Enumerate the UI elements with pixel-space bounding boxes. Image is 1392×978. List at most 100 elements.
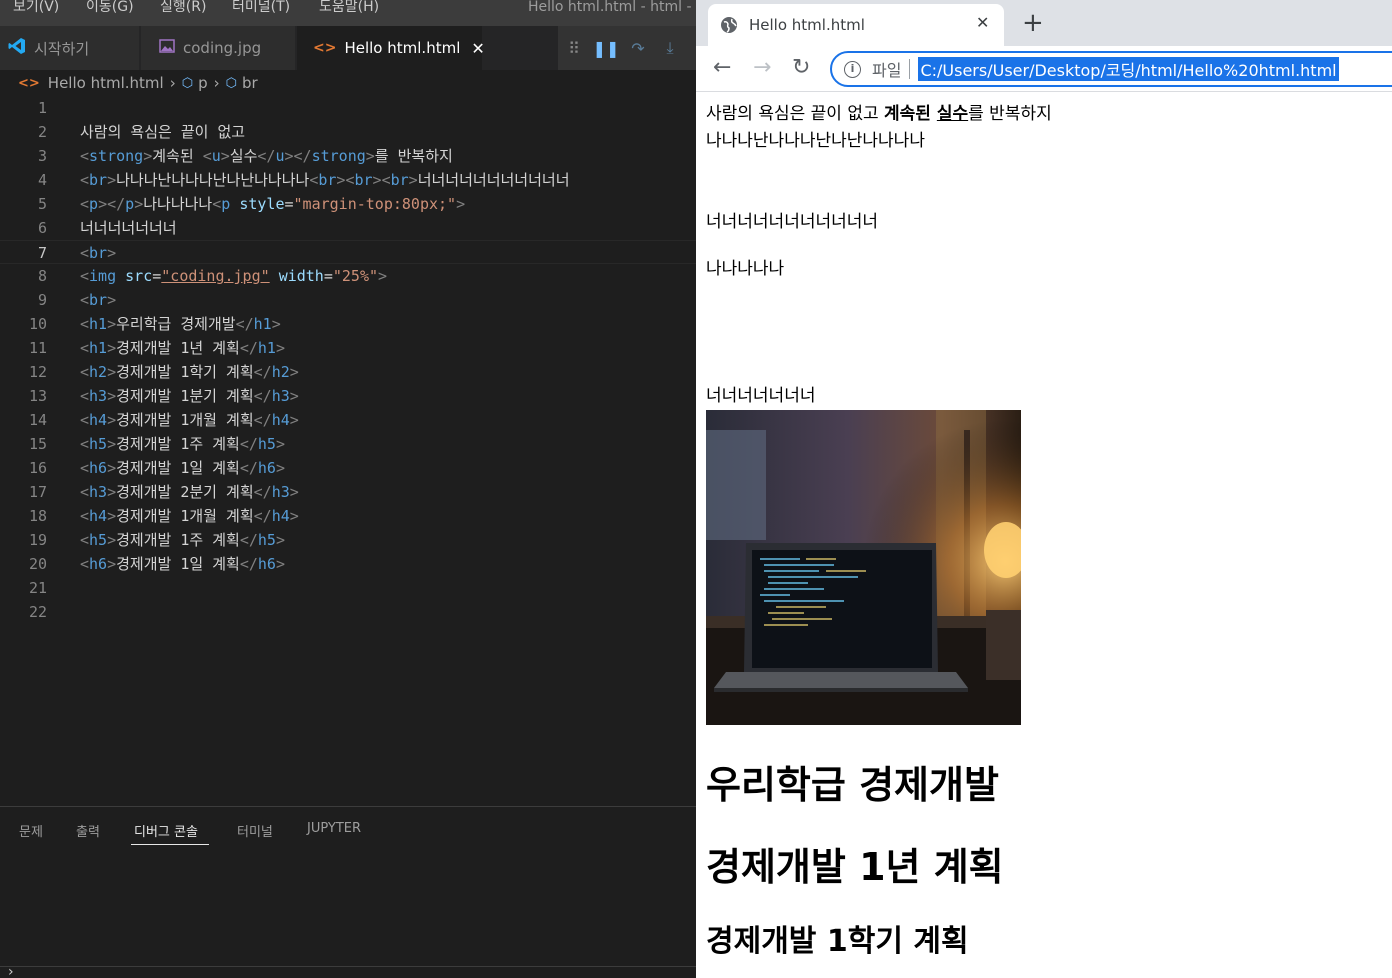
menu-go[interactable]: 이동(G)	[86, 0, 134, 15]
breadcrumb-br[interactable]: br	[242, 74, 258, 92]
code-line: 21	[0, 576, 696, 600]
code-line: 9 <br>	[0, 288, 696, 312]
tab-hello-html-label: Hello html.html	[344, 39, 461, 57]
code-text: <strong>계속된 <u>실수</u></strong>를 반복하지	[80, 147, 453, 165]
address-scheme-label: 파일	[872, 61, 902, 80]
page-line-3: 너너너너너너너너너너너	[706, 212, 879, 232]
panel-tab-debug-console[interactable]: 디버그 콘솔	[134, 821, 198, 840]
tab-coding-jpg[interactable]: coding.jpg	[141, 26, 296, 70]
menu-terminal[interactable]: 터미널(T)	[232, 0, 290, 15]
line-number: 15	[28, 435, 47, 453]
browser-tab-title: Hello html.html	[749, 16, 865, 34]
code-line-current: 7 <br>	[0, 240, 696, 264]
code-line: 8 <img src="coding.jpg" width="25%">	[0, 264, 696, 288]
menu-view[interactable]: 보기(V)	[13, 0, 59, 15]
line-number: 11	[28, 339, 47, 357]
menu-bar: 보기(V) 이동(G) 실행(R) 터미널(T) 도움말(H) Hello ht…	[0, 0, 696, 26]
line-number: 13	[28, 387, 47, 405]
code-line: 14 <h4>경제개발 1개월 계획</h4>	[0, 408, 696, 432]
code-text: <h2>경제개발 1학기 계획</h2>	[80, 363, 299, 381]
code-text: <img src="coding.jpg" width="25%">	[80, 267, 388, 285]
step-into-icon[interactable]: ⤓	[654, 38, 686, 58]
pause-icon[interactable]: ❚❚	[590, 39, 622, 58]
browser-window: Hello html.html ✕ + ← → ↻ i 파일 C:/Users/…	[696, 0, 1392, 978]
code-line: 3 <strong>계속된 <u>실수</u></strong>를 반복하지	[0, 144, 696, 168]
menu-help[interactable]: 도움말(H)	[319, 0, 379, 15]
code-text: 사람의 욕심은 끝이 없고	[80, 123, 246, 141]
heading-h1: 우리학급 경제개발	[706, 763, 999, 807]
code-editor[interactable]: 1 2 사람의 욕심은 끝이 없고 3 <strong>계속된 <u>실수</u><…	[0, 96, 696, 806]
line-number: 19	[28, 531, 47, 549]
code-line: 18 <h4>경제개발 1개월 계획</h4>	[0, 504, 696, 528]
code-line: 2 사람의 욕심은 끝이 없고	[0, 120, 696, 144]
line-number: 1	[37, 99, 47, 117]
browser-toolbar: ← → ↻ i 파일 C:/Users/User/Desktop/코딩/html…	[696, 46, 1392, 92]
line-number: 4	[37, 171, 47, 189]
code-text: <h4>경제개발 1개월 계획</h4>	[80, 507, 299, 525]
line-number: 18	[28, 507, 47, 525]
close-tab-icon[interactable]: ✕	[471, 39, 484, 58]
heading-h2: 경제개발 1학기 계획	[706, 924, 969, 959]
code-line: 22	[0, 600, 696, 624]
code-line: 15 <h5>경제개발 1주 계획</h5>	[0, 432, 696, 456]
reload-button[interactable]: ↻	[792, 55, 810, 81]
address-separator	[909, 59, 911, 79]
page-content: 사람의 욕심은 끝이 없고 계속된 실수를 반복하지 나나나난나나나난나난나나나…	[706, 92, 1392, 978]
code-line: 12 <h2>경제개발 1학기 계획</h2>	[0, 360, 696, 384]
chevron-right-icon: ›	[169, 74, 176, 92]
tab-hello-html[interactable]: <> Hello html.html ✕	[297, 26, 485, 70]
line-number: 22	[28, 603, 47, 621]
menu-run[interactable]: 실행(R)	[160, 0, 206, 15]
url-text[interactable]: C:/Users/User/Desktop/코딩/html/Hello%20ht…	[918, 57, 1339, 81]
divider	[0, 966, 696, 967]
breadcrumb: <> Hello html.html › ⬡ p › ⬡ br	[0, 70, 696, 96]
line-number: 10	[28, 315, 47, 333]
debug-toolbar: ⠿ ❚❚ ↷ ⤓	[558, 26, 696, 70]
line-number: 9	[37, 291, 47, 309]
panel-tab-jupyter[interactable]: JUPYTER	[307, 821, 361, 836]
code-text: <br>나나나난나나나난나난나나나나<br><br><br>너너너너너너너너너너…	[80, 171, 570, 189]
code-text: 너너너너너너너	[80, 219, 177, 237]
forward-button[interactable]: →	[753, 55, 771, 81]
code-line: 20 <h6>경제개발 1일 계획</h6>	[0, 552, 696, 576]
line-number: 17	[28, 483, 47, 501]
panel-tab-output[interactable]: 출력	[76, 821, 100, 840]
code-text: <br>	[80, 244, 117, 262]
breadcrumb-file[interactable]: Hello html.html	[48, 74, 164, 92]
code-text: <h6>경제개발 1일 계획</h6>	[80, 459, 285, 477]
info-icon[interactable]: i	[844, 60, 861, 78]
coding-photo	[706, 410, 1021, 725]
code-text: <h4>경제개발 1개월 계획</h4>	[80, 411, 299, 429]
code-text: <h6>경제개발 1일 계획</h6>	[80, 555, 285, 573]
drag-handle-icon[interactable]: ⠿	[558, 39, 590, 58]
step-over-icon[interactable]: ↷	[622, 39, 654, 58]
symbol-element-icon: ⬡	[181, 75, 194, 91]
line-number: 12	[28, 363, 47, 381]
code-text: <h1>우리학급 경제개발</h1>	[80, 315, 281, 333]
line-number: 7	[37, 244, 47, 262]
heading-h1: 경제개발 1년 계획	[706, 845, 1004, 889]
close-tab-icon[interactable]: ✕	[976, 13, 989, 32]
html-file-icon: <>	[18, 75, 40, 91]
active-tab-indicator	[131, 844, 209, 845]
tab-start-label: 시작하기	[34, 39, 90, 58]
panel-tab-terminal[interactable]: 터미널	[237, 821, 273, 840]
window-title: Hello html.html - html - V	[528, 0, 696, 15]
code-line: 17 <h3>경제개발 2분기 계획</h3>	[0, 480, 696, 504]
back-button[interactable]: ←	[713, 55, 731, 81]
address-bar[interactable]: i 파일 C:/Users/User/Desktop/코딩/html/Hello…	[830, 51, 1392, 87]
new-tab-button[interactable]: +	[1022, 8, 1044, 38]
chevron-right-icon: ›	[213, 74, 220, 92]
breadcrumb-p[interactable]: p	[198, 74, 208, 92]
code-text: <br>	[80, 291, 117, 309]
line-number: 14	[28, 411, 47, 429]
code-text: <p></p>나나나나나<p style="margin-top:80px;">	[80, 195, 466, 213]
panel-tab-problems[interactable]: 문제	[19, 821, 43, 840]
line-number: 21	[28, 579, 47, 597]
vscode-window: 보기(V) 이동(G) 실행(R) 터미널(T) 도움말(H) Hello ht…	[0, 0, 696, 978]
page-line-1: 사람의 욕심은 끝이 없고 계속된 실수를 반복하지	[706, 104, 1052, 124]
tab-coding-jpg-label: coding.jpg	[183, 39, 262, 57]
tab-start[interactable]: 시작하기	[0, 26, 140, 70]
browser-tab[interactable]: Hello html.html ✕	[708, 4, 1004, 46]
code-line: 13 <h3>경제개발 1분기 계획</h3>	[0, 384, 696, 408]
